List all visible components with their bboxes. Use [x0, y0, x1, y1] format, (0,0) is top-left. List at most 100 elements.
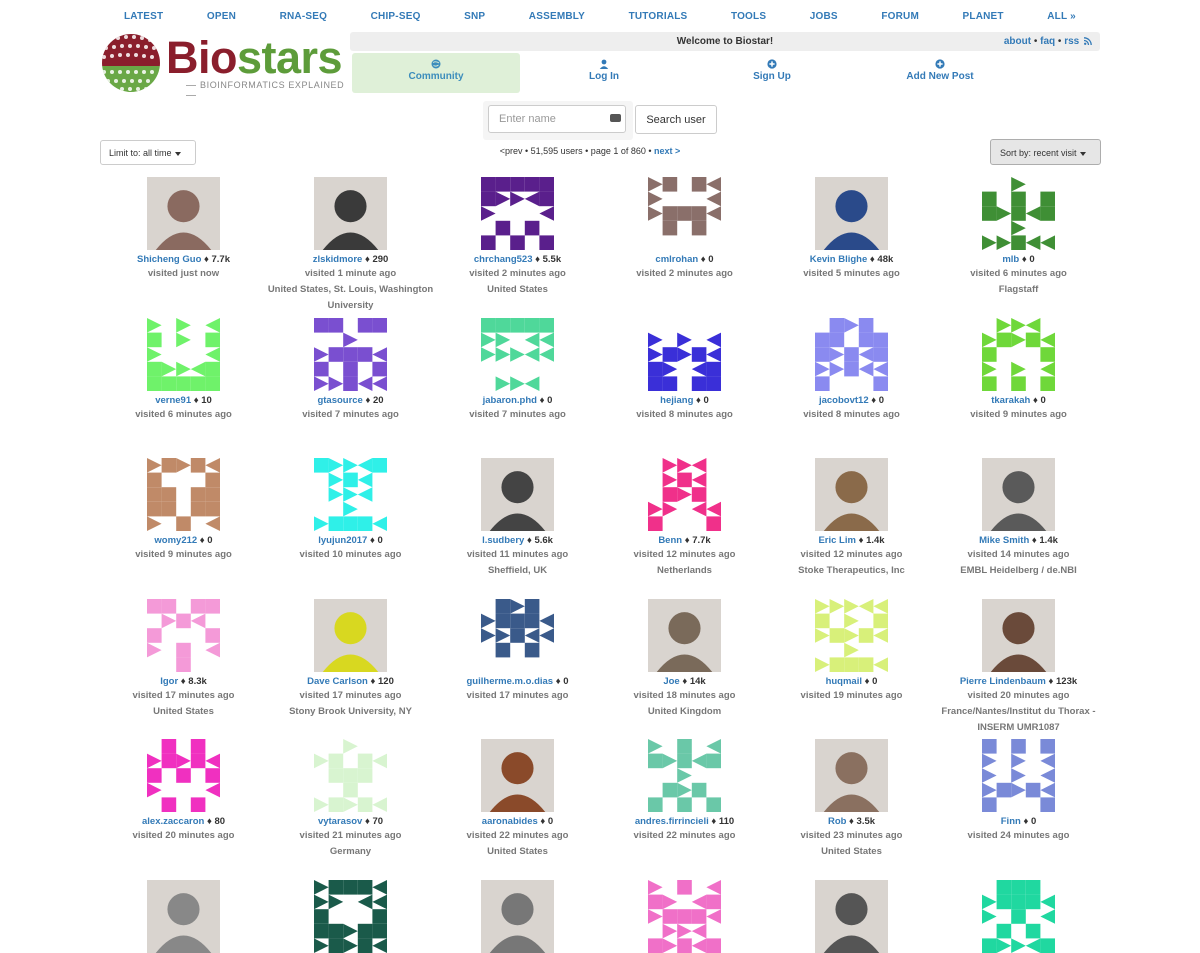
- identicon-avatar[interactable]: [481, 318, 554, 391]
- user-name-link[interactable]: Mike Smith: [979, 535, 1029, 546]
- user-photo[interactable]: [982, 599, 1055, 672]
- user-photo[interactable]: [314, 177, 387, 250]
- nav-rna-seq[interactable]: RNA-SEQ: [280, 11, 328, 22]
- nav-tools[interactable]: TOOLS: [731, 11, 766, 22]
- identicon-avatar[interactable]: [815, 599, 888, 672]
- user-location: United States: [487, 284, 548, 295]
- user-last-visit: visited 7 minutes ago: [469, 409, 566, 420]
- identicon-avatar[interactable]: [314, 739, 387, 812]
- user-photo[interactable]: [815, 177, 888, 250]
- user-name-link[interactable]: jabaron.phd: [483, 395, 537, 406]
- identicon-avatar[interactable]: [481, 177, 554, 250]
- user-name-link[interactable]: mlb: [1002, 254, 1019, 265]
- identicon-avatar[interactable]: [982, 177, 1055, 250]
- user-name-link[interactable]: verne91: [155, 395, 191, 406]
- nav-all[interactable]: ALL »: [1047, 11, 1076, 22]
- faq-link[interactable]: faq: [1040, 36, 1055, 47]
- user-name-link[interactable]: Finn: [1001, 816, 1021, 827]
- name-search-input[interactable]: [488, 105, 626, 133]
- user-name-link[interactable]: aaronabides: [482, 816, 538, 827]
- user-name-link[interactable]: Dave Carlson: [307, 676, 368, 687]
- identicon-avatar[interactable]: [147, 318, 220, 391]
- tab-log-in[interactable]: Log In: [520, 53, 688, 93]
- user-name-link[interactable]: zlskidmore: [313, 254, 363, 265]
- user-name-link[interactable]: Igor: [160, 676, 178, 687]
- user-photo[interactable]: [314, 599, 387, 672]
- user-reputation: ♦ 0: [1020, 816, 1037, 827]
- identicon-avatar[interactable]: [648, 318, 721, 391]
- limit-dropdown[interactable]: Limit to: all time: [100, 140, 196, 165]
- user-last-visit: visited 12 minutes ago: [800, 549, 903, 560]
- nav-forum[interactable]: FORUM: [881, 11, 919, 22]
- user-name-link[interactable]: Joe: [663, 676, 679, 687]
- identicon-avatar[interactable]: [481, 599, 554, 672]
- user-name-link[interactable]: Rob: [828, 816, 846, 827]
- user-photo[interactable]: [481, 458, 554, 531]
- user-name-link[interactable]: hejiang: [660, 395, 693, 406]
- user-name-line: chrchang523 ♦ 5.5k: [434, 253, 601, 266]
- user-reputation: ♦ 0: [1019, 254, 1035, 265]
- identicon-avatar[interactable]: [982, 318, 1055, 391]
- tab-sign-up[interactable]: Sign Up: [688, 53, 856, 93]
- nav-planet[interactable]: PLANET: [963, 11, 1004, 22]
- rss-link[interactable]: rss: [1064, 36, 1079, 47]
- logo[interactable]: Biostars BIOINFORMATICS EXPLAINED: [100, 30, 350, 96]
- user-photo[interactable]: [815, 458, 888, 531]
- nav-tutorials[interactable]: TUTORIALS: [629, 11, 688, 22]
- nav-open[interactable]: OPEN: [207, 11, 236, 22]
- user-photo[interactable]: [648, 599, 721, 672]
- identicon-avatar[interactable]: [147, 458, 220, 531]
- nav-assembly[interactable]: ASSEMBLY: [529, 11, 585, 22]
- user-name-link[interactable]: Pierre Lindenbaum: [960, 676, 1046, 687]
- user-name-link[interactable]: vytarasov: [318, 816, 362, 827]
- user-name-link[interactable]: womy212: [154, 535, 197, 546]
- user-name-link[interactable]: huqmail: [826, 676, 862, 687]
- user-name-link[interactable]: andres.firrincieli: [635, 816, 709, 827]
- identicon-avatar[interactable]: [815, 318, 888, 391]
- user-photo[interactable]: [815, 739, 888, 812]
- sort-dropdown[interactable]: Sort by: recent visit: [990, 139, 1101, 165]
- identicon-avatar[interactable]: [982, 880, 1055, 953]
- user-reputation: ♦ 48k: [867, 254, 894, 265]
- user-name-link[interactable]: l.sudbery: [482, 535, 524, 546]
- identicon-avatar[interactable]: [982, 739, 1055, 812]
- identicon-avatar[interactable]: [648, 177, 721, 250]
- identicon-avatar[interactable]: [648, 739, 721, 812]
- nav-latest[interactable]: LATEST: [124, 11, 163, 22]
- user-photo[interactable]: [147, 177, 220, 250]
- nav-jobs[interactable]: JOBS: [810, 11, 838, 22]
- search-user-button[interactable]: Search user: [635, 105, 717, 134]
- rss-icon[interactable]: [1084, 37, 1092, 46]
- user-name-link[interactable]: Benn: [658, 535, 682, 546]
- user-name-link[interactable]: cmlrohan: [655, 254, 698, 265]
- user-name-link[interactable]: jacobovt12: [819, 395, 869, 406]
- user-name-link[interactable]: lyujun2017: [318, 535, 367, 546]
- identicon-avatar[interactable]: [314, 318, 387, 391]
- nav-snp[interactable]: SNP: [464, 11, 485, 22]
- user-name-link[interactable]: chrchang523: [474, 254, 533, 265]
- user-name-link[interactable]: guilherme.m.o.dias: [467, 676, 554, 687]
- user-location: Sheffield, UK: [487, 565, 548, 576]
- pager-next-link[interactable]: next >: [654, 146, 680, 156]
- user-name-link[interactable]: Kevin Blighe: [810, 254, 868, 265]
- identicon-avatar[interactable]: [314, 880, 387, 953]
- user-photo[interactable]: [815, 880, 888, 953]
- identicon-avatar[interactable]: [314, 458, 387, 531]
- user-name-link[interactable]: Eric Lim: [818, 535, 856, 546]
- user-name-link[interactable]: gtasource: [317, 395, 362, 406]
- nav-chip-seq[interactable]: CHIP-SEQ: [371, 11, 421, 22]
- user-photo[interactable]: [481, 739, 554, 812]
- about-link[interactable]: about: [1004, 36, 1031, 47]
- user-name-link[interactable]: alex.zaccaron: [142, 816, 204, 827]
- user-photo[interactable]: [982, 458, 1055, 531]
- tab-add-new-post[interactable]: Add New Post: [856, 53, 1024, 93]
- identicon-avatar[interactable]: [648, 880, 721, 953]
- identicon-avatar[interactable]: [147, 599, 220, 672]
- user-name-link[interactable]: Shicheng Guo: [137, 254, 201, 265]
- identicon-avatar[interactable]: [147, 739, 220, 812]
- user-photo[interactable]: [481, 880, 554, 953]
- identicon-avatar[interactable]: [648, 458, 721, 531]
- user-photo[interactable]: [147, 880, 220, 953]
- tab-community[interactable]: Community: [352, 53, 520, 93]
- user-name-link[interactable]: tkarakah: [991, 395, 1030, 406]
